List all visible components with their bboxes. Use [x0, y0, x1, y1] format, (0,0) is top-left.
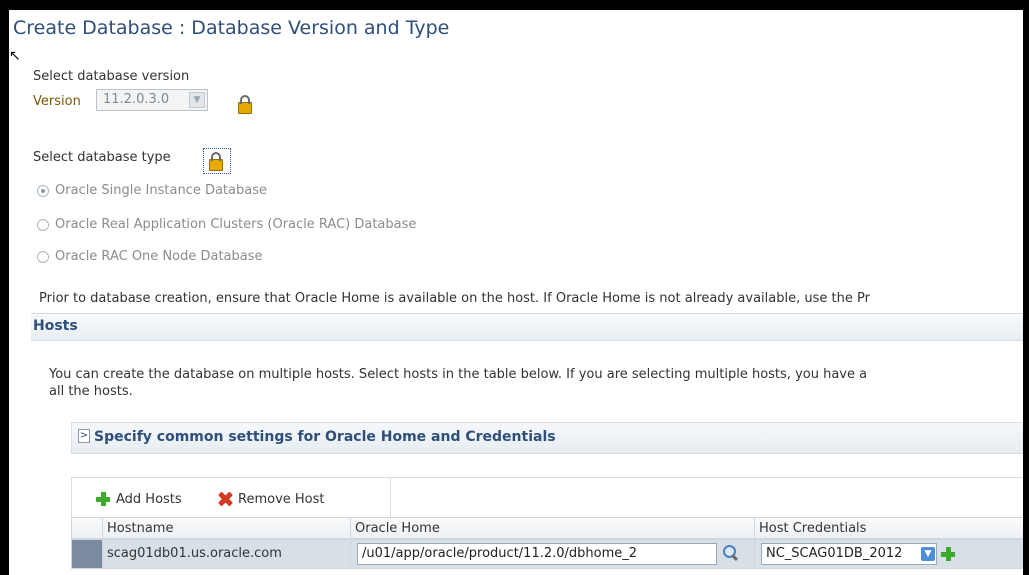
- version-select-value: 11.2.0.3.0: [103, 92, 170, 107]
- column-header-hostname[interactable]: Hostname: [102, 518, 351, 540]
- page-title: Create Database : Database Version and T…: [13, 17, 450, 39]
- hostname-text: scag01db01.us.oracle.com: [107, 546, 282, 561]
- chevron-down-icon[interactable]: ▼: [921, 547, 935, 561]
- hosts-header-label: Hosts: [33, 318, 78, 334]
- common-settings-disclosure[interactable]: > Specify common settings for Oracle Hom…: [71, 422, 1023, 454]
- hosts-section-header: Hosts: [31, 313, 1023, 341]
- radio-rac-one-node-label: Oracle RAC One Node Database: [55, 249, 263, 264]
- radio-rac-one-node[interactable]: [37, 251, 49, 263]
- column-header-host-credentials[interactable]: Host Credentials: [754, 518, 1023, 540]
- search-icon[interactable]: [723, 545, 739, 561]
- version-section-label: Select database version: [33, 69, 190, 84]
- table-header: Hostname Oracle Home Host Credentials: [71, 517, 1023, 540]
- add-hosts-label: Add Hosts: [116, 492, 182, 507]
- table-row[interactable]: scag01db01.us.oracle.com /u01/app/oracle…: [71, 539, 1023, 569]
- x-icon: [218, 492, 232, 506]
- db-type-section-label: Select database type: [33, 150, 171, 165]
- hosts-description-cont: all the hosts.: [49, 384, 133, 399]
- lock-icon: [238, 95, 252, 114]
- cell-oracle-home: /u01/app/oracle/product/11.2.0/dbhome_2: [350, 540, 755, 568]
- cell-host-credentials: NC_SCAG01DB_2012 ▼: [754, 540, 1023, 568]
- add-hosts-button[interactable]: Add Hosts: [96, 478, 216, 518]
- version-select[interactable]: 11.2.0.3.0 ▼: [96, 89, 208, 111]
- common-settings-label: Specify common settings for Oracle Home …: [94, 429, 556, 445]
- oracle-home-input[interactable]: /u01/app/oracle/product/11.2.0/dbhome_2: [357, 543, 717, 565]
- cell-hostname: scag01db01.us.oracle.com: [102, 540, 351, 568]
- remove-host-button[interactable]: Remove Host: [218, 478, 368, 518]
- create-database-page: Create Database : Database Version and T…: [9, 10, 1023, 575]
- version-field-label: Version: [33, 94, 81, 109]
- notice-text: Prior to database creation, ensure that …: [39, 291, 870, 306]
- chevron-down-icon: ▼: [189, 92, 205, 108]
- mouse-cursor-icon: ↖: [9, 48, 21, 64]
- host-credentials-select[interactable]: NC_SCAG01DB_2012: [761, 543, 937, 565]
- radio-single-instance[interactable]: [37, 185, 49, 197]
- plus-icon: [96, 492, 110, 506]
- row-selector[interactable]: [72, 540, 102, 568]
- radio-rac[interactable]: [37, 219, 49, 231]
- chevron-right-icon: >: [78, 429, 90, 443]
- radio-rac-label: Oracle Real Application Clusters (Oracle…: [55, 217, 417, 232]
- radio-single-instance-label: Oracle Single Instance Database: [55, 183, 267, 198]
- lock-icon: [209, 152, 223, 171]
- remove-host-label: Remove Host: [238, 492, 325, 507]
- column-header-oracle-home[interactable]: Oracle Home: [350, 518, 755, 540]
- toolbar-divider: [390, 478, 391, 518]
- hosts-toolbar: Add Hosts Remove Host: [71, 477, 1023, 518]
- plus-icon[interactable]: [941, 547, 955, 561]
- hosts-description: You can create the database on multiple …: [49, 367, 868, 382]
